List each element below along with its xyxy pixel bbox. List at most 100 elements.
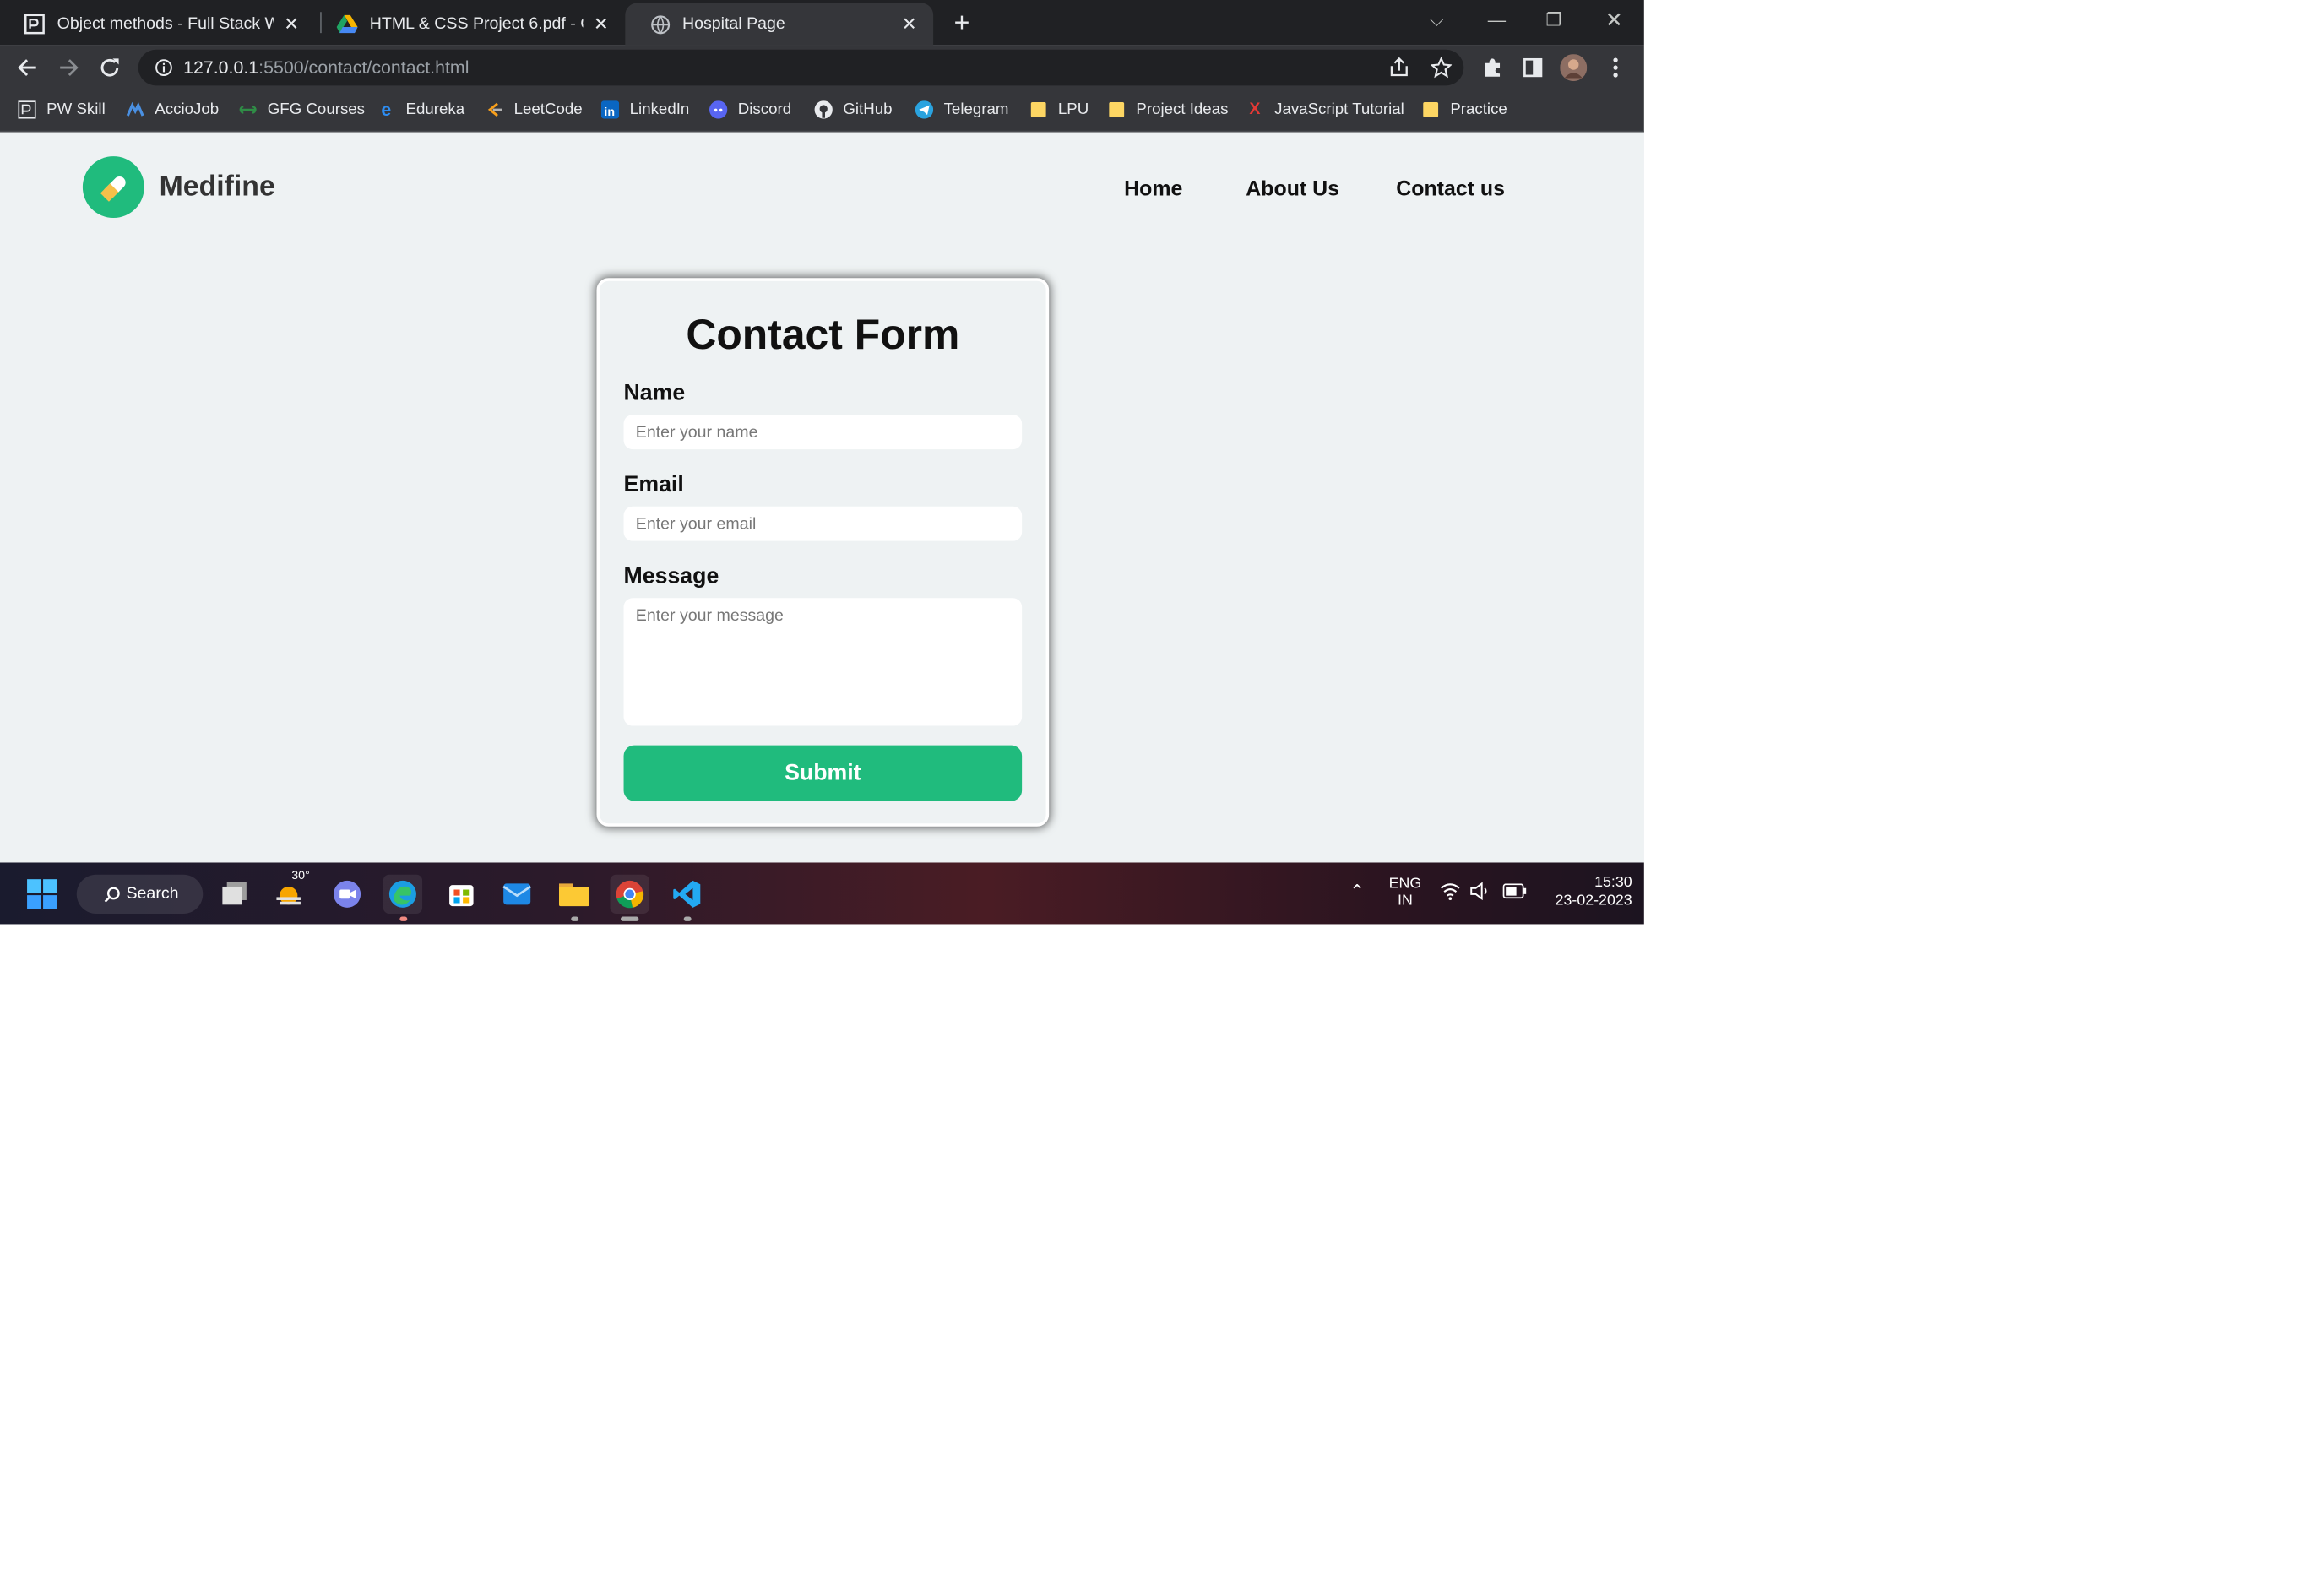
close-tab-icon[interactable]: ✕ <box>280 12 303 35</box>
language-indicator[interactable]: ENG IN <box>1382 877 1427 909</box>
site-logo[interactable]: Medifine <box>82 156 275 219</box>
message-label: Message <box>623 563 719 589</box>
url-path: :5500/contact/contact.html <box>258 57 470 79</box>
nav-about-us[interactable]: About Us <box>1246 176 1339 199</box>
bookmark-label: AccioJob <box>155 100 220 119</box>
tab-title: Hospital Page <box>681 14 785 34</box>
web-page: Medifine Home About Us Contact us Contac… <box>0 132 1644 863</box>
share-icon[interactable] <box>1386 54 1413 81</box>
bookmark-star-icon[interactable] <box>1428 54 1455 81</box>
mail-icon[interactable] <box>497 875 536 914</box>
gfg-icon <box>239 100 257 118</box>
bookmark-label: JavaScript Tutorial <box>1274 100 1404 119</box>
nav-home[interactable]: Home <box>1124 176 1182 199</box>
tab-hospital-page[interactable]: Hospital Page ✕ <box>625 3 934 46</box>
bookmark-label: Practice <box>1450 100 1507 119</box>
bookmark-github[interactable]: GitHub <box>814 98 893 122</box>
windows-taskbar: Search 30° ⌃ ENG IN 15:30 23-02-2023 <box>0 862 1644 925</box>
tab-title: Object methods - Full Stack Web <box>57 14 274 34</box>
name-label: Name <box>623 380 686 406</box>
taskbar-search[interactable]: Search <box>76 874 204 914</box>
bookmark-label: Telegram <box>943 100 1009 119</box>
browser-toolbar: 127.0.0.1:5500/contact/contact.html <box>0 45 1644 90</box>
more-menu-icon[interactable] <box>1602 54 1629 81</box>
bookmark-leetcode[interactable]: LeetCode <box>486 98 583 122</box>
reload-icon[interactable] <box>96 54 123 81</box>
browser-tab-strip: Object methods - Full Stack Web ✕ HTML &… <box>0 0 1644 46</box>
bookmark-acciojob[interactable]: AccioJob <box>126 98 219 122</box>
linkedin-icon: in <box>600 100 620 119</box>
telegram-icon <box>915 100 934 119</box>
bookmark-pw-skill[interactable]: PW Skill <box>18 98 106 122</box>
bookmark-label: LinkedIn <box>629 100 690 119</box>
clock-time: 15:30 <box>1594 874 1632 892</box>
bookmark-edureka[interactable]: e Edureka <box>377 98 464 122</box>
forward-arrow-icon[interactable] <box>56 54 83 81</box>
search-icon <box>104 886 121 903</box>
weather-icon[interactable]: 30° <box>272 869 311 914</box>
window-close-icon[interactable]: ✕ <box>1596 4 1632 35</box>
bookmarks-bar: PW Skill AccioJob GFG Courses e Edureka … <box>0 90 1644 133</box>
close-tab-icon[interactable]: ✕ <box>897 12 920 35</box>
clock[interactable]: 15:30 23-02-2023 <box>1539 875 1632 909</box>
site-info-icon[interactable] <box>154 57 175 79</box>
bookmark-label: LeetCode <box>513 100 583 119</box>
github-icon <box>814 100 833 119</box>
name-input[interactable] <box>623 415 1023 450</box>
back-arrow-icon[interactable] <box>14 54 41 81</box>
svg-text:in: in <box>604 106 615 119</box>
bookmark-practice[interactable]: Practice <box>1422 98 1507 122</box>
contact-form-card: Contact Form Name Email Message Submit <box>596 278 1050 827</box>
close-tab-icon[interactable]: ✕ <box>589 12 613 35</box>
bookmark-label: GitHub <box>843 100 893 119</box>
windows-start-icon[interactable] <box>23 875 62 914</box>
bookmark-project-ideas[interactable]: Project Ideas <box>1108 98 1229 122</box>
extensions-puzzle-icon[interactable] <box>1479 54 1506 81</box>
restore-icon[interactable]: ❐ <box>1536 4 1572 35</box>
email-input[interactable] <box>623 506 1023 541</box>
minimize-icon[interactable]: — <box>1479 4 1515 35</box>
side-panel-icon[interactable] <box>1519 54 1546 81</box>
bookmark-label: GFG Courses <box>267 100 366 119</box>
form-title: Contact Form <box>686 311 960 358</box>
folder-icon <box>1422 100 1440 118</box>
google-drive-icon <box>336 14 358 35</box>
tab-object-methods[interactable]: Object methods - Full Stack Web ✕ <box>0 3 316 46</box>
running-indicator <box>399 916 408 921</box>
chrome-icon[interactable] <box>610 874 649 921</box>
nav-contact-us[interactable]: Contact us <box>1396 176 1505 199</box>
teams-chat-icon[interactable] <box>328 875 367 914</box>
file-explorer-icon[interactable] <box>555 875 594 921</box>
battery-icon[interactable] <box>1502 883 1527 903</box>
leetcode-icon <box>486 100 503 118</box>
tab-search-chevron-icon[interactable]: ⌵ <box>1419 4 1455 35</box>
bookmark-gfg-courses[interactable]: GFG Courses <box>239 98 365 122</box>
new-tab-button[interactable]: + <box>947 8 977 38</box>
microsoft-store-icon[interactable] <box>442 875 481 914</box>
folder-icon <box>1029 100 1047 118</box>
wifi-icon[interactable] <box>1440 882 1461 905</box>
edureka-icon: e <box>381 99 392 121</box>
vscode-icon[interactable] <box>667 875 706 921</box>
bookmark-label: LPU <box>1057 100 1089 119</box>
bookmark-label: Discord <box>737 100 792 119</box>
discord-icon <box>709 100 728 119</box>
bookmark-label: Project Ideas <box>1136 100 1229 119</box>
bookmark-discord[interactable]: Discord <box>709 98 791 122</box>
bookmark-linkedin[interactable]: in LinkedIn <box>600 98 690 122</box>
bookmark-javascript-tutorial[interactable]: X JavaScript Tutorial <box>1246 98 1404 122</box>
language-code: ENG <box>1388 876 1422 893</box>
address-bar[interactable]: 127.0.0.1:5500/contact/contact.html <box>138 49 1464 86</box>
task-view-icon[interactable] <box>214 875 253 914</box>
search-label: Search <box>126 885 179 904</box>
bookmark-lpu[interactable]: LPU <box>1029 98 1089 122</box>
submit-button[interactable]: Submit <box>623 745 1023 801</box>
tab-project-pdf[interactable]: HTML & CSS Project 6.pdf - Goo ✕ <box>312 3 625 46</box>
profile-avatar[interactable] <box>1560 54 1588 82</box>
show-hidden-icons-chevron[interactable]: ⌃ <box>1349 881 1365 902</box>
volume-icon[interactable] <box>1469 882 1491 905</box>
message-textarea[interactable] <box>623 598 1023 726</box>
bookmark-telegram[interactable]: Telegram <box>915 98 1009 122</box>
tab-title: HTML & CSS Project 6.pdf - Goo <box>369 14 584 34</box>
edge-browser-icon[interactable] <box>383 874 423 921</box>
